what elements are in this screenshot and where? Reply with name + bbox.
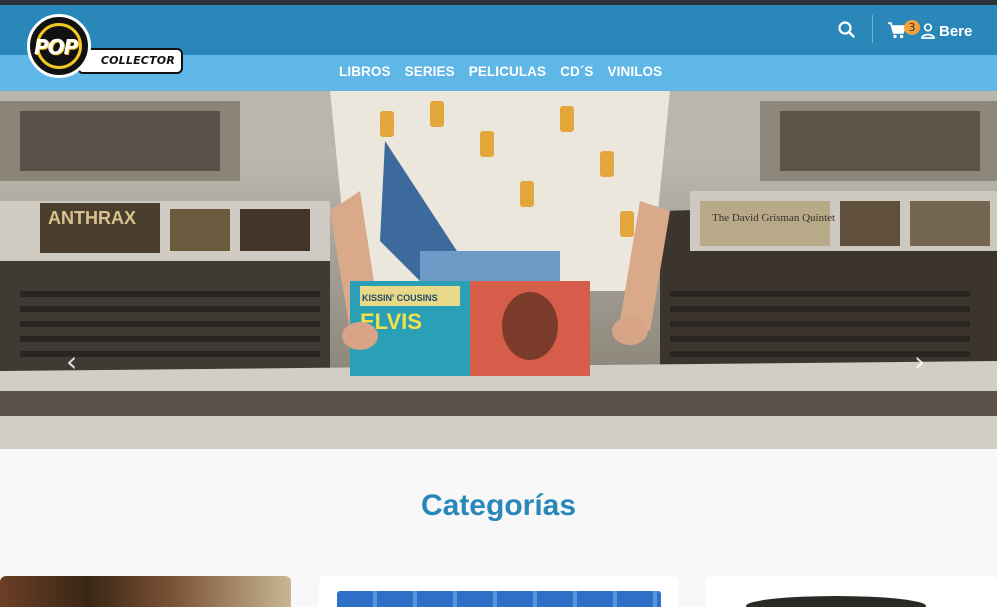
pop-collector-logo[interactable]: COLLECTOR POP: [27, 14, 183, 78]
search-button[interactable]: [836, 19, 858, 41]
nav-item-vinilos[interactable]: VINILOS: [608, 64, 663, 79]
categories-title: Categorías: [420, 489, 577, 522]
nav-item-libros[interactable]: LIBROS: [339, 64, 391, 79]
user-account-button[interactable]: Bere: [921, 19, 972, 43]
record-subtitle: KISSIN' COUSINS: [362, 293, 438, 303]
user-icon: [921, 23, 935, 39]
search-icon: [838, 21, 855, 38]
header-divider: [872, 15, 873, 43]
nav-item-series[interactable]: SERIES: [405, 64, 455, 79]
hero-image: ANTHRAX The David Grisman Quintet ELVIS …: [0, 91, 997, 449]
bin-label-right: The David Grisman Quintet: [712, 212, 835, 224]
category-card-vinyl[interactable]: [706, 576, 997, 607]
nav-item-cds[interactable]: CD´S: [560, 64, 593, 79]
logo-badge: COLLECTOR: [77, 48, 183, 74]
user-name: Bere: [939, 22, 973, 40]
carousel-next-button[interactable]: ›: [914, 348, 934, 376]
main-nav: LIBROS SERIES PELICULAS CD´S VINILOS: [339, 64, 676, 79]
hero-carousel[interactable]: ANTHRAX The David Grisman Quintet ELVIS …: [0, 91, 997, 449]
category-card-books[interactable]: [0, 576, 291, 607]
bin-label-left: ANTHRAX: [48, 208, 136, 228]
logo-disc: POP: [27, 14, 91, 78]
carousel-prev-button[interactable]: ‹: [66, 348, 86, 376]
nav-item-peliculas[interactable]: PELICULAS: [469, 64, 546, 79]
cart-count-badge: 3: [904, 20, 920, 35]
category-card-series[interactable]: [319, 576, 678, 607]
